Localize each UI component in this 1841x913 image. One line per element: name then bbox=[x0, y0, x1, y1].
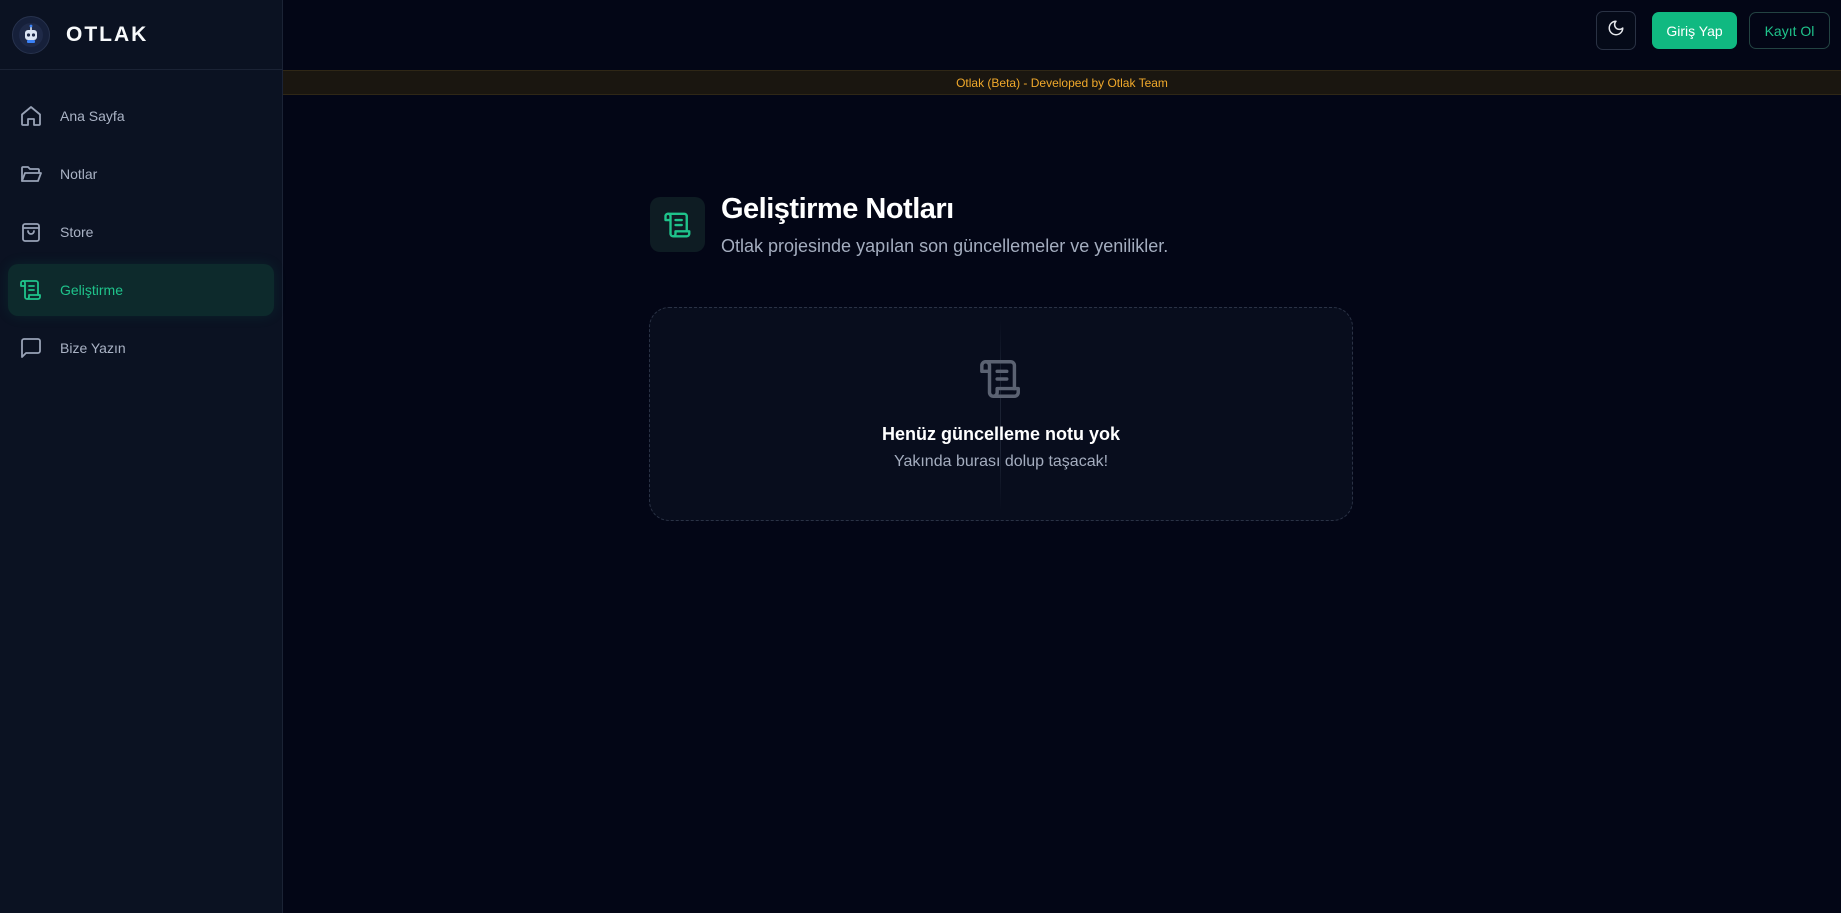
brand-name: OTLAK bbox=[66, 22, 149, 46]
beta-banner: Otlak (Beta) - Developed by Otlak Team bbox=[283, 70, 1841, 95]
sidebar-item-store[interactable]: Store bbox=[8, 206, 274, 258]
page-title: Geliştirme Notları bbox=[721, 193, 954, 225]
moon-icon bbox=[1607, 19, 1625, 42]
sidebar-item-label: Ana Sayfa bbox=[60, 108, 125, 124]
shopping-bag-icon bbox=[19, 220, 43, 244]
scroll-icon bbox=[650, 197, 705, 252]
register-button[interactable]: Kayıt Ol bbox=[1749, 12, 1830, 49]
brand[interactable]: OTLAK bbox=[0, 0, 282, 70]
sidebar-item-gelistirme[interactable]: Geliştirme bbox=[8, 264, 274, 316]
empty-state-subtitle: Yakında burası dolup taşacak! bbox=[893, 453, 1109, 470]
topbar: Giriş Yap Kayıt Ol bbox=[283, 0, 1841, 70]
sidebar-item-notlar[interactable]: Notlar bbox=[8, 148, 274, 200]
sidebar: OTLAK Ana Sayfa Notlar Store Geliştirme … bbox=[0, 0, 283, 913]
scroll-icon bbox=[977, 355, 1025, 403]
sidebar-item-label: Store bbox=[60, 224, 94, 240]
sidebar-nav: Ana Sayfa Notlar Store Geliştirme Bize Y… bbox=[0, 70, 282, 374]
empty-state-card: Henüz güncelleme notu yok Yakında burası… bbox=[649, 307, 1353, 521]
empty-state-title: Henüz güncelleme notu yok bbox=[881, 424, 1121, 444]
page-subtitle: Otlak projesinde yapılan son güncellemel… bbox=[721, 236, 1169, 256]
theme-toggle-button[interactable] bbox=[1596, 11, 1636, 50]
scroll-icon bbox=[19, 278, 43, 302]
login-button[interactable]: Giriş Yap bbox=[1652, 12, 1737, 49]
folder-open-icon bbox=[19, 162, 43, 186]
sidebar-item-ana-sayfa[interactable]: Ana Sayfa bbox=[8, 90, 274, 142]
app-root: OTLAK Ana Sayfa Notlar Store Geliştirme … bbox=[0, 0, 1841, 913]
sidebar-item-label: Bize Yazın bbox=[60, 340, 126, 356]
sidebar-item-bize-yazin[interactable]: Bize Yazın bbox=[8, 322, 274, 374]
sidebar-item-label: Notlar bbox=[60, 166, 98, 182]
message-square-icon bbox=[19, 336, 43, 360]
divider bbox=[1000, 320, 1001, 510]
home-icon bbox=[19, 104, 43, 128]
sidebar-item-label: Geliştirme bbox=[60, 282, 124, 298]
robot-logo-icon bbox=[12, 15, 50, 54]
